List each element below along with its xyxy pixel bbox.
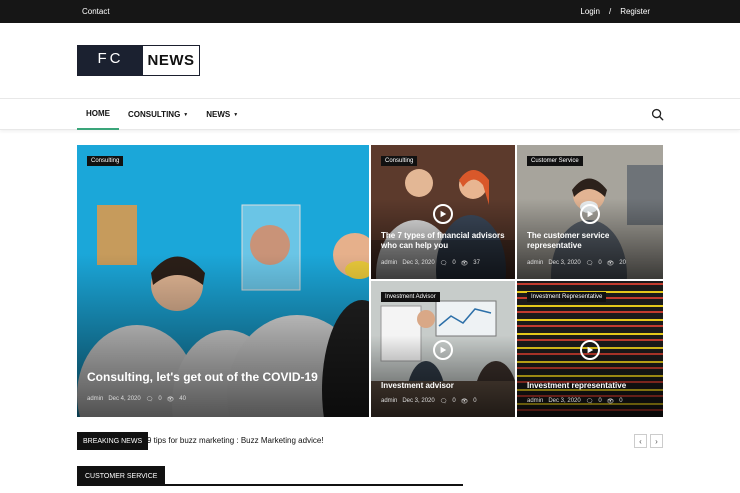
contact-link[interactable]: Contact <box>82 7 110 16</box>
featured-article[interactable]: Investment Representative Investment rep… <box>517 281 663 417</box>
featured-grid: Consulting Consulting, let's get out of … <box>77 145 663 417</box>
logo-text: NEWS <box>147 52 195 69</box>
comment-icon: 🗨 <box>585 399 594 405</box>
comment-count: 0 <box>452 398 456 404</box>
header: FC NEWS <box>0 23 740 98</box>
breaking-news-label: BREAKING NEWS <box>77 432 149 450</box>
nav-item-label: CONSULTING <box>128 110 181 119</box>
comment-icon: 🗨 <box>145 397 154 403</box>
section-customer-service: CUSTOMER SERVICE <box>77 466 463 486</box>
article-title[interactable]: The customer service representative <box>527 231 652 252</box>
breaking-news-headline[interactable]: 9 tips for buzz marketing : Buzz Marketi… <box>147 436 324 445</box>
view-count: 0 <box>619 398 623 404</box>
comment-icon: 🗨 <box>439 261 448 267</box>
featured-article[interactable]: Investment Advisor Investment advisor ad… <box>371 281 515 417</box>
nav-item-label: NEWS <box>206 110 231 119</box>
category-tag[interactable]: Customer Service <box>527 156 583 166</box>
play-button[interactable] <box>433 204 453 224</box>
eye-icon: 👁 <box>460 261 469 267</box>
view-count: 37 <box>473 260 480 266</box>
view-count: 0 <box>473 398 477 404</box>
play-icon <box>440 210 447 218</box>
site-logo[interactable]: FC NEWS <box>77 45 200 76</box>
chevron-left-icon: ‹ <box>639 436 642 446</box>
top-bar: Contact Login / Register <box>0 0 740 23</box>
category-tag[interactable]: Investment Advisor <box>381 292 440 302</box>
view-count: 40 <box>179 396 186 402</box>
main-nav: HOME CONSULTING ▼ NEWS ▼ <box>0 98 740 130</box>
play-button[interactable] <box>433 340 453 360</box>
article-title[interactable]: Consulting, let's get out of the COVID-1… <box>87 370 357 386</box>
comment-icon: 🗨 <box>585 261 594 267</box>
article-title[interactable]: Investment advisor <box>381 381 506 391</box>
date: Dec 4, 2020 <box>108 396 141 402</box>
caret-down-icon: ▼ <box>233 111 239 118</box>
author: admin <box>527 398 544 404</box>
eye-icon: 👁 <box>606 399 615 405</box>
breaking-news-bar: BREAKING NEWS 9 tips for buzz marketing … <box>77 432 663 450</box>
comment-icon: 🗨 <box>439 399 448 405</box>
play-icon <box>587 210 594 218</box>
auth-links: Login / Register <box>580 7 650 16</box>
caret-down-icon: ▼ <box>183 111 189 118</box>
comment-count: 0 <box>598 260 602 266</box>
category-tag[interactable]: Consulting <box>87 156 124 166</box>
nav-item-consulting[interactable]: CONSULTING ▼ <box>119 99 197 130</box>
search-button[interactable] <box>651 108 664 121</box>
article-title[interactable]: Investment representative <box>527 381 652 391</box>
comment-count: 0 <box>598 398 602 404</box>
date: Dec 3, 2020 <box>402 260 435 266</box>
date: Dec 3, 2020 <box>548 398 581 404</box>
auth-separator: / <box>608 7 612 16</box>
author: admin <box>87 396 104 402</box>
author: admin <box>381 398 398 404</box>
play-button[interactable] <box>580 340 600 360</box>
featured-article[interactable]: Consulting The 7 types of financial advi… <box>371 145 515 279</box>
article-meta: admin Dec 3, 2020 🗨 0 👁 0 <box>527 398 623 405</box>
author: admin <box>381 260 398 266</box>
category-tag[interactable]: Investment Representative <box>527 292 607 302</box>
play-icon <box>440 346 447 354</box>
nav-item-home[interactable]: HOME <box>77 99 119 130</box>
nav-menu: HOME CONSULTING ▼ NEWS ▼ <box>77 99 247 130</box>
view-count: 20 <box>619 260 626 266</box>
nav-item-label: HOME <box>86 109 110 118</box>
prev-headline-button[interactable]: ‹ <box>634 434 647 448</box>
next-headline-button[interactable]: › <box>650 434 663 448</box>
featured-article-main[interactable]: Consulting Consulting, let's get out of … <box>77 145 369 417</box>
date: Dec 3, 2020 <box>402 398 435 404</box>
play-icon <box>587 346 594 354</box>
featured-article[interactable]: Customer Service The customer service re… <box>517 145 663 279</box>
search-icon <box>651 108 664 121</box>
eye-icon: 👁 <box>460 399 469 405</box>
article-meta: admin Dec 3, 2020 🗨 0 👁 20 <box>527 260 626 267</box>
eye-icon: 👁 <box>166 397 175 403</box>
logo-mark: FC <box>78 46 143 75</box>
article-meta: admin Dec 3, 2020 🗨 0 👁 0 <box>381 398 477 405</box>
play-button[interactable] <box>580 204 600 224</box>
section-title[interactable]: CUSTOMER SERVICE <box>77 466 166 486</box>
author: admin <box>527 260 544 266</box>
chevron-right-icon: › <box>655 436 658 446</box>
date: Dec 3, 2020 <box>548 260 581 266</box>
article-meta: admin Dec 4, 2020 🗨 0 👁 40 <box>87 396 186 403</box>
article-title[interactable]: The 7 types of financial advisors who ca… <box>381 231 506 252</box>
comment-count: 0 <box>452 260 456 266</box>
comment-count: 0 <box>158 396 162 402</box>
category-tag[interactable]: Consulting <box>381 156 418 166</box>
login-link[interactable]: Login <box>580 7 600 16</box>
register-link[interactable]: Register <box>620 7 650 16</box>
article-meta: admin Dec 3, 2020 🗨 0 👁 37 <box>381 260 480 267</box>
eye-icon: 👁 <box>606 261 615 267</box>
nav-item-news[interactable]: NEWS ▼ <box>197 99 247 130</box>
